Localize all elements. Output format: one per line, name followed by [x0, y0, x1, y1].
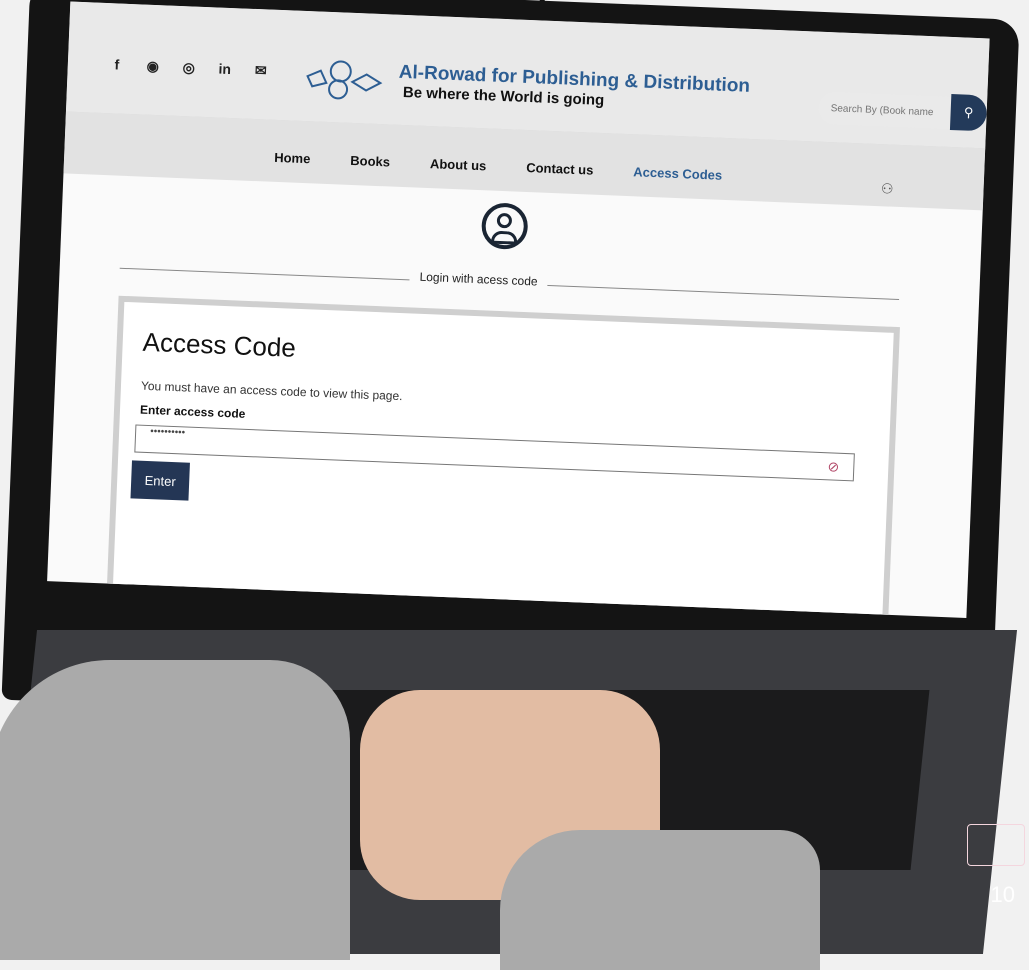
- nav-books[interactable]: Books: [350, 153, 390, 170]
- nav-contact-us[interactable]: Contact us: [526, 160, 594, 178]
- social-links: f ◉ ◎ in ✉: [108, 55, 271, 79]
- access-code-label: Enter access code: [139, 402, 246, 421]
- left-sleeve: [0, 660, 350, 960]
- page-number: 10: [990, 882, 1015, 907]
- card-title: Access Code: [142, 326, 297, 363]
- mail-icon[interactable]: ✉: [251, 61, 270, 80]
- laptop-screen: f ◉ ◎ in ✉ Al-Rowad for Publishing & Dis…: [47, 1, 990, 618]
- access-code-value: ••••••••••: [149, 426, 186, 439]
- laptop-keyboard-deck: [0, 630, 1029, 970]
- site-logo[interactable]: Al-Rowad for Publishing & Distribution B…: [302, 56, 751, 118]
- login-section: Login with acess code Access Code You mu…: [47, 173, 983, 618]
- user-avatar-icon: [480, 202, 529, 251]
- toggle-visibility-icon[interactable]: ⊘: [827, 458, 839, 475]
- divider-label: Login with acess code: [409, 269, 548, 289]
- linkedin-icon[interactable]: in: [215, 59, 234, 78]
- nav-home[interactable]: Home: [274, 150, 311, 166]
- access-code-field[interactable]: •••••••••• ⊘: [134, 424, 855, 482]
- corner-logo-icon: [967, 824, 1025, 866]
- instagram-icon[interactable]: ◎: [179, 58, 198, 77]
- nav-about-us[interactable]: About us: [430, 156, 487, 173]
- facebook-icon[interactable]: f: [108, 55, 127, 74]
- nav-access-codes[interactable]: Access Codes: [633, 164, 722, 183]
- search-box: ⚲: [818, 91, 988, 132]
- logo-mark-icon: [306, 60, 383, 100]
- enter-button[interactable]: Enter: [130, 460, 190, 501]
- card-description: You must have an access code to view thi…: [140, 378, 403, 404]
- search-icon: ⚲: [963, 104, 974, 120]
- access-code-card: Access Code You must have an access code…: [106, 295, 900, 618]
- right-sleeve: [500, 830, 820, 970]
- messenger-icon[interactable]: ◉: [144, 57, 163, 76]
- user-account-icon[interactable]: ⚇: [881, 180, 894, 197]
- search-input[interactable]: [818, 91, 952, 129]
- search-button[interactable]: ⚲: [949, 93, 988, 132]
